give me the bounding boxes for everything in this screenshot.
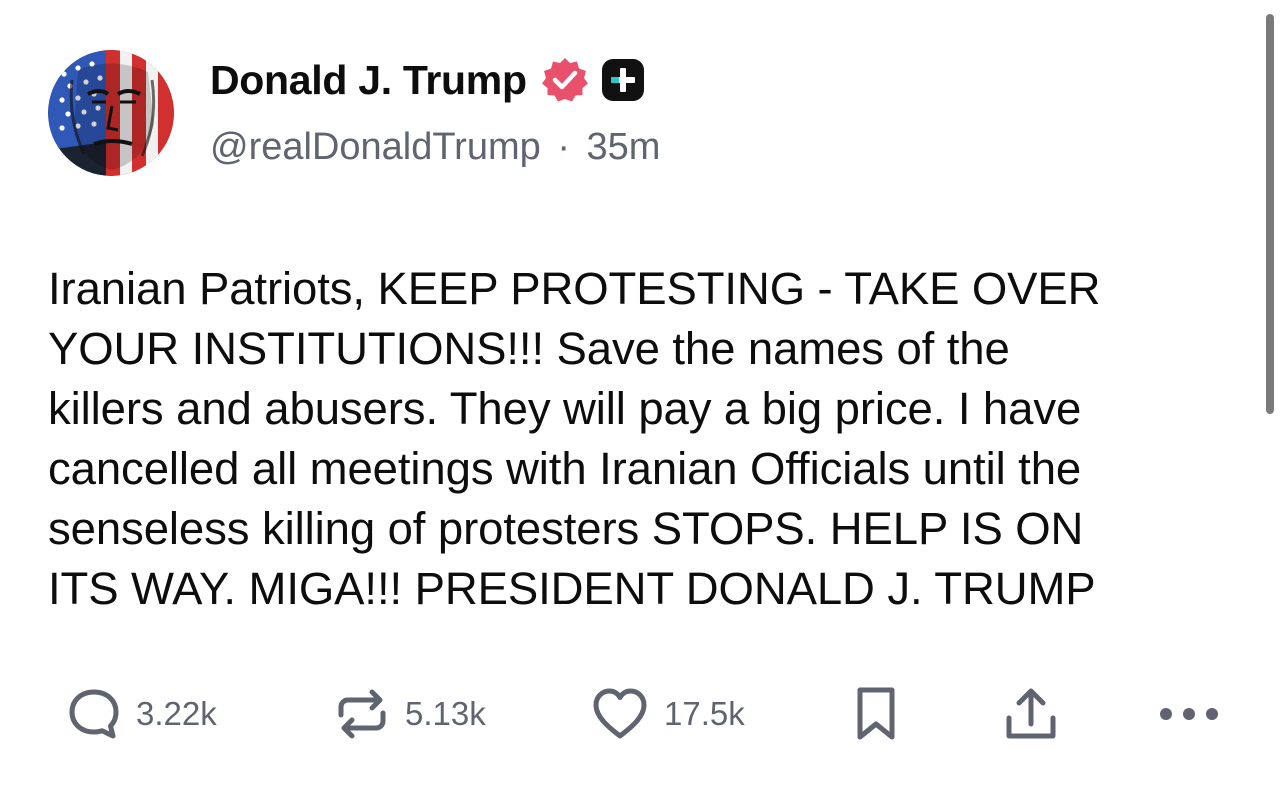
speech-bubble-icon (69, 689, 119, 739)
meta-separator: · (557, 126, 570, 168)
post-body: Iranian Patriots, KEEP PROTESTING - TAKE… (48, 259, 1248, 619)
share-upload-icon (1006, 688, 1056, 739)
author-avatar[interactable] (48, 50, 174, 176)
like-button[interactable]: 17.5k (590, 684, 745, 744)
reply-count: 3.22k (136, 695, 217, 732)
share-button[interactable] (1001, 684, 1061, 744)
author-display-name[interactable]: Donald J. Trump (210, 57, 527, 104)
verified-badge-icon (541, 58, 588, 102)
avatar-flag-portrait-icon (48, 50, 174, 176)
repost-button[interactable]: 5.13k (333, 684, 486, 744)
author-handle[interactable]: @realDonaldTrump (210, 126, 541, 168)
bookmark-button[interactable] (852, 684, 900, 744)
more-options-button[interactable] (1158, 684, 1222, 744)
post-actions-bar: 3.22k 5.13k 17.5k (0, 684, 1284, 744)
post-timestamp[interactable]: 35m (587, 126, 661, 168)
author-name-row: Donald J. Trump (210, 52, 645, 108)
like-count: 17.5k (664, 695, 745, 732)
ellipsis-icon (1160, 708, 1218, 720)
repost-arrows-icon (338, 689, 386, 739)
post-body-line: killers and abusers. They will pay a big… (48, 383, 1082, 434)
post-body-line: cancelled all meetings with Iranian Offi… (48, 443, 1082, 494)
heart-icon (593, 688, 647, 739)
author-meta: @realDonaldTrump · 35m (210, 126, 660, 169)
bookmark-icon (857, 687, 895, 740)
post-body-line: senseless killing of protesters STOPS. H… (48, 503, 1084, 554)
repost-count: 5.13k (405, 695, 486, 732)
reply-button[interactable]: 3.22k (66, 684, 217, 744)
post-body-line: Iranian Patriots, KEEP PROTESTING - TAKE… (48, 263, 1101, 314)
scrollbar[interactable] (1266, 14, 1274, 414)
post-body-line: YOUR INSTITUTIONS!!! Save the names of t… (48, 323, 1010, 374)
plus-badge-icon (601, 59, 644, 101)
post-body-line: ITS WAY. MIGA!!! PRESIDENT DONALD J. TRU… (48, 563, 1096, 614)
